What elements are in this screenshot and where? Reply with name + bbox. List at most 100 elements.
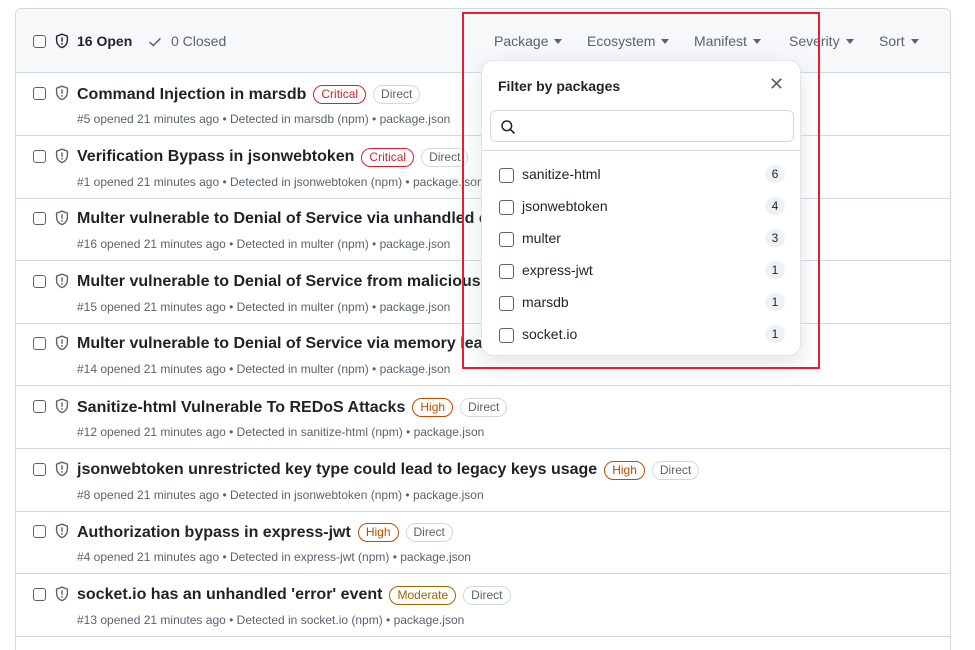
package-option-label: marsdb [522,294,569,310]
package-option-count: 1 [765,325,785,343]
package-option-checkbox[interactable] [499,232,514,247]
open-count[interactable]: 16 Open [77,33,132,49]
alert-checkbox[interactable] [33,149,46,163]
package-option-checkbox[interactable] [499,328,514,343]
alert-checkbox[interactable] [33,525,46,539]
shield-icon [54,148,70,164]
manifest-filter-label: Manifest [694,33,747,49]
package-option-count: 1 [765,261,785,279]
shield-icon [54,33,70,49]
alert-row[interactable]: Authorization bypass in express-jwt High D… [16,511,950,575]
close-icon[interactable]: ✕ [769,75,784,93]
sort-filter-label: Sort [879,33,905,49]
shield-icon [54,461,70,477]
alert-checkbox[interactable] [33,87,46,100]
ecosystem-filter-label: Ecosystem [587,33,656,49]
alert-title-link[interactable]: socket.io has an unhandled 'error' event [77,586,382,604]
alert-title-link[interactable]: jsonwebtoken unrestricted key type could… [77,461,597,479]
package-option[interactable]: express-jwt 1 [482,254,800,286]
shield-icon [54,210,70,226]
search-icon [500,119,516,140]
severity-filter-label: Severity [789,33,840,49]
package-option[interactable]: marsdb 1 [482,286,800,318]
severity-badge: Moderate [389,585,457,605]
package-filter[interactable]: Package [494,33,563,49]
chevron-down-icon [910,38,919,44]
package-option-checkbox[interactable] [499,200,514,215]
severity-badge: High [357,523,399,543]
alert-meta: #4 opened 21 minutes ago • Detected in e… [77,550,471,565]
package-option-count: 3 [765,229,785,247]
relationship-badge: Direct [460,398,508,417]
ecosystem-filter[interactable]: Ecosystem [587,33,670,49]
alert-checkbox[interactable] [33,462,46,476]
alert-meta: #8 opened 21 minutes ago • Detected in j… [77,487,484,502]
alert-title-link[interactable]: Multer vulnerable to Denial of Service v… [77,335,500,353]
severity-badge: High [604,460,645,480]
severity-badge: High [412,398,454,417]
severity-badge: Critical [361,147,415,167]
package-option-count: 4 [765,197,785,215]
alert-title-link[interactable]: Multer vulnerable to Denial of Service f… [77,273,507,291]
shield-icon [54,273,70,289]
alert-checkbox[interactable] [33,337,46,351]
shield-icon [54,398,70,414]
select-all-checkbox[interactable] [33,35,46,48]
package-option[interactable]: sanitize-html 6 [482,158,800,190]
package-filter-label: Package [494,33,549,49]
chevron-down-icon [661,38,670,44]
package-option[interactable]: jsonwebtoken 4 [482,190,800,222]
alert-checkbox[interactable] [33,587,46,601]
shield-icon [54,85,70,101]
severity-badge: Critical [313,85,367,104]
closed-count[interactable]: 0 Closed [171,33,226,49]
package-option-label: multer [522,230,561,246]
alert-checkbox[interactable] [33,274,46,288]
relationship-badge: Direct [463,585,511,605]
alert-title-link[interactable]: Sanitize-html Vulnerable To REDoS Attack… [77,399,405,417]
relationship-badge: Direct [421,147,469,167]
relationship-badge: Direct [405,523,453,543]
shield-icon [54,335,70,351]
alert-row[interactable]: jsonwebtoken unrestricted key type could… [16,449,950,512]
alert-meta: #16 opened 21 minutes ago • Detected in … [77,237,451,252]
check-icon [147,34,163,55]
sort-filter[interactable]: Sort [879,33,919,49]
package-option[interactable]: multer 3 [482,222,800,254]
package-search-input[interactable] [523,117,783,137]
package-option-label: express-jwt [522,262,593,278]
alert-row[interactable]: socket.io has an unhandled 'error' event… [16,574,950,637]
chevron-down-icon [554,38,563,44]
chevron-down-icon [845,38,854,44]
package-option-checkbox[interactable] [499,168,514,183]
alert-meta: #5 opened 21 minutes ago • Detected in m… [77,112,451,126]
shield-icon [54,586,70,602]
alert-checkbox[interactable] [33,212,46,226]
package-option-label: jsonwebtoken [522,198,608,214]
package-option-label: socket.io [522,326,578,342]
alert-checkbox[interactable] [33,400,46,413]
package-option-count: 6 [765,165,785,183]
alert-title-link[interactable]: Authorization bypass in express-jwt [77,524,351,542]
alert-title-link[interactable]: Verification Bypass in jsonwebtoken [77,148,354,166]
shield-icon [54,523,70,539]
package-filter-dropdown: Filter by packages ✕ sanitize-html 6 jsonw… [481,60,801,356]
package-option-checkbox[interactable] [499,296,514,311]
alert-meta: #13 opened 21 minutes ago • Detected in … [77,612,465,627]
manifest-filter[interactable]: Manifest [694,33,761,49]
relationship-badge: Direct [373,85,421,104]
alert-title-link[interactable]: Command Injection in marsdb [77,86,306,104]
severity-filter[interactable]: Severity [789,33,854,49]
alert-meta: #15 opened 21 minutes ago • Detected in … [77,299,451,314]
alert-title-link[interactable]: Multer vulnerable to Denial of Service v… [77,210,506,228]
alert-row[interactable]: Sanitize-html Vulnerable To REDoS Attack… [16,386,950,449]
package-option-checkbox[interactable] [499,264,514,279]
dropdown-title: Filter by packages [498,78,621,94]
package-option-label: sanitize-html [522,166,601,182]
package-option-count: 1 [765,293,785,311]
package-option[interactable]: socket.io 1 [482,318,800,350]
chevron-down-icon [752,38,761,44]
divider [482,150,800,151]
alert-meta: #12 opened 21 minutes ago • Detected in … [77,425,485,439]
alert-meta: #14 opened 21 minutes ago • Detected in … [77,362,451,377]
